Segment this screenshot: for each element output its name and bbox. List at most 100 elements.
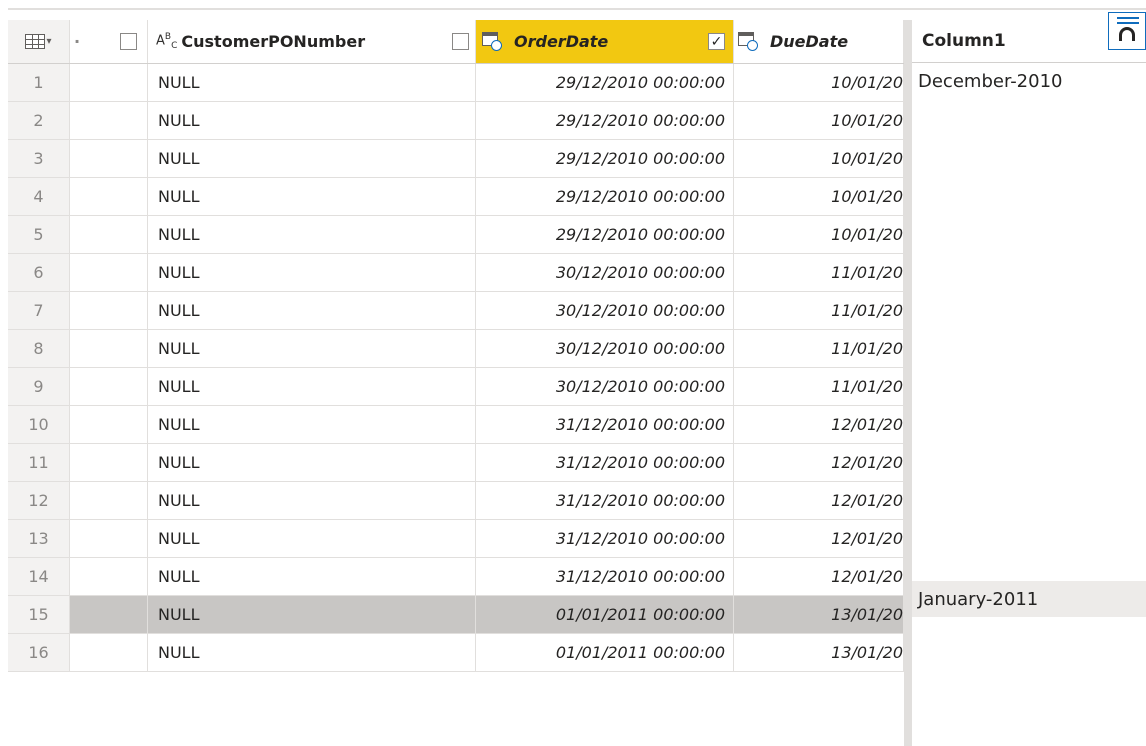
duedate-cell[interactable]: 13/01/20 [734,596,904,633]
column1-cell[interactable] [912,433,1146,470]
table-menu-button[interactable]: ▾ [8,20,70,63]
panel-separator[interactable] [904,20,912,746]
row-number[interactable]: 8 [8,330,70,367]
column1-cell[interactable] [912,507,1146,544]
duedate-cell[interactable]: 11/01/20 [734,330,904,367]
orderdate-cell[interactable]: 31/12/2010 00:00:00 [476,406,734,443]
column-header-hidden[interactable]: · [70,20,148,63]
duedate-cell[interactable]: 10/01/20 [734,64,904,101]
customerponumber-cell[interactable]: NULL [148,292,476,329]
hidden-cell[interactable] [70,596,148,633]
table-row[interactable]: 1 NULL 29/12/2010 00:00:00 10/01/20 [8,64,904,102]
row-number[interactable]: 15 [8,596,70,633]
orderdate-cell[interactable]: 29/12/2010 00:00:00 [476,64,734,101]
table-row[interactable]: 8 NULL 30/12/2010 00:00:00 11/01/20 [8,330,904,368]
duedate-cell[interactable]: 12/01/20 [734,558,904,595]
table-row[interactable]: 6 NULL 30/12/2010 00:00:00 11/01/20 [8,254,904,292]
hidden-cell[interactable] [70,102,148,139]
hidden-cell[interactable] [70,140,148,177]
column1-cell[interactable]: December-2010 [912,63,1146,100]
orderdate-cell[interactable]: 31/12/2010 00:00:00 [476,482,734,519]
hidden-cell[interactable] [70,406,148,443]
duedate-cell[interactable]: 12/01/20 [734,482,904,519]
table-row[interactable]: 5 NULL 29/12/2010 00:00:00 10/01/20 [8,216,904,254]
duedate-cell[interactable]: 11/01/20 [734,368,904,405]
orderdate-cell[interactable]: 29/12/2010 00:00:00 [476,102,734,139]
row-number[interactable]: 5 [8,216,70,253]
orderdate-cell[interactable]: 31/12/2010 00:00:00 [476,558,734,595]
column1-cell[interactable] [912,359,1146,396]
row-number[interactable]: 13 [8,520,70,557]
orderdate-cell[interactable]: 30/12/2010 00:00:00 [476,292,734,329]
hidden-cell[interactable] [70,216,148,253]
hidden-cell[interactable] [70,368,148,405]
customerponumber-cell[interactable]: NULL [148,368,476,405]
column-header-duedate[interactable]: DueDate [734,20,904,63]
duedate-cell[interactable]: 11/01/20 [734,254,904,291]
row-number[interactable]: 4 [8,178,70,215]
column1-cell[interactable] [912,100,1146,137]
row-number[interactable]: 7 [8,292,70,329]
orderdate-cell[interactable]: 30/12/2010 00:00:00 [476,330,734,367]
hidden-cell[interactable] [70,482,148,519]
row-number[interactable]: 1 [8,64,70,101]
row-number[interactable]: 10 [8,406,70,443]
hidden-cell[interactable] [70,292,148,329]
customerponumber-cell[interactable]: NULL [148,330,476,367]
orderdate-cell[interactable]: 31/12/2010 00:00:00 [476,520,734,557]
column1-cell[interactable]: January-2011 [912,581,1146,618]
customerponumber-cell[interactable]: NULL [148,558,476,595]
column1-cell[interactable] [912,618,1146,655]
table-row[interactable]: 16 NULL 01/01/2011 00:00:00 13/01/20 [8,634,904,672]
table-row[interactable]: 4 NULL 29/12/2010 00:00:00 10/01/20 [8,178,904,216]
customerponumber-cell[interactable]: NULL [148,140,476,177]
table-row[interactable]: 15 NULL 01/01/2011 00:00:00 13/01/20 [8,596,904,634]
row-number[interactable]: 16 [8,634,70,671]
column-select-checkbox[interactable] [452,33,469,50]
duedate-cell[interactable]: 13/01/20 [734,634,904,671]
customerponumber-cell[interactable]: NULL [148,254,476,291]
column-header-customerponumber[interactable]: ABC CustomerPONumber [148,20,476,63]
hidden-cell[interactable] [70,178,148,215]
table-row[interactable]: 9 NULL 30/12/2010 00:00:00 11/01/20 [8,368,904,406]
customerponumber-cell[interactable]: NULL [148,520,476,557]
customerponumber-cell[interactable]: NULL [148,216,476,253]
step-icon[interactable] [1108,12,1146,50]
table-row[interactable]: 14 NULL 31/12/2010 00:00:00 12/01/20 [8,558,904,596]
column1-header[interactable]: Column1 [912,12,1146,63]
orderdate-cell[interactable]: 29/12/2010 00:00:00 [476,216,734,253]
orderdate-cell[interactable]: 30/12/2010 00:00:00 [476,368,734,405]
customerponumber-cell[interactable]: NULL [148,482,476,519]
column1-cell[interactable] [912,544,1146,581]
table-row[interactable]: 10 NULL 31/12/2010 00:00:00 12/01/20 [8,406,904,444]
duedate-cell[interactable]: 12/01/20 [734,520,904,557]
column1-cell[interactable] [912,396,1146,433]
customerponumber-cell[interactable]: NULL [148,64,476,101]
column-select-checkbox[interactable] [120,33,137,50]
column1-cell[interactable] [912,248,1146,285]
column1-cell[interactable] [912,174,1146,211]
duedate-cell[interactable]: 10/01/20 [734,140,904,177]
column1-cell[interactable] [912,137,1146,174]
hidden-cell[interactable] [70,330,148,367]
customerponumber-cell[interactable]: NULL [148,406,476,443]
customerponumber-cell[interactable]: NULL [148,178,476,215]
table-row[interactable]: 2 NULL 29/12/2010 00:00:00 10/01/20 [8,102,904,140]
customerponumber-cell[interactable]: NULL [148,596,476,633]
hidden-cell[interactable] [70,64,148,101]
table-row[interactable]: 3 NULL 29/12/2010 00:00:00 10/01/20 [8,140,904,178]
duedate-cell[interactable]: 11/01/20 [734,292,904,329]
duedate-cell[interactable]: 10/01/20 [734,216,904,253]
orderdate-cell[interactable]: 31/12/2010 00:00:00 [476,444,734,481]
customerponumber-cell[interactable]: NULL [148,634,476,671]
hidden-cell[interactable] [70,254,148,291]
table-row[interactable]: 11 NULL 31/12/2010 00:00:00 12/01/20 [8,444,904,482]
column-select-checkbox-checked[interactable]: ✓ [708,33,725,50]
row-number[interactable]: 6 [8,254,70,291]
orderdate-cell[interactable]: 30/12/2010 00:00:00 [476,254,734,291]
duedate-cell[interactable]: 10/01/20 [734,102,904,139]
orderdate-cell[interactable]: 29/12/2010 00:00:00 [476,140,734,177]
orderdate-cell[interactable]: 01/01/2011 00:00:00 [476,596,734,633]
column1-cell[interactable] [912,211,1146,248]
customerponumber-cell[interactable]: NULL [148,444,476,481]
